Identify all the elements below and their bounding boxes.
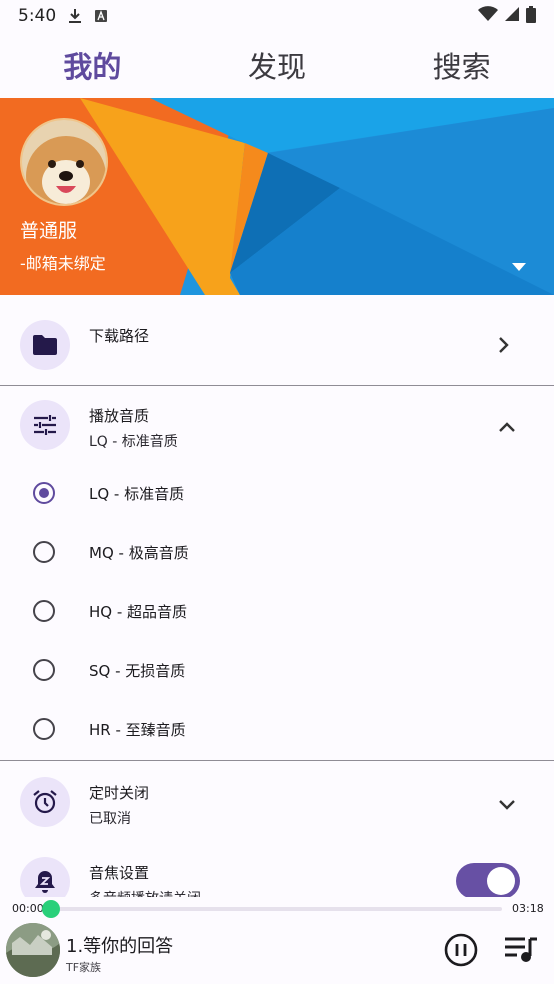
top-tabs: 我的 发现 搜索 — [0, 32, 554, 98]
pause-icon — [444, 933, 478, 967]
audio-focus-sub: 多音频播放请关闭 — [89, 888, 201, 897]
tab-discover[interactable]: 发现 — [185, 32, 370, 98]
profile-banner: 普通服 -邮箱未绑定 — [0, 98, 554, 295]
progress-thumb[interactable] — [42, 900, 60, 918]
radio-button[interactable] — [33, 600, 55, 622]
chevron-up-icon — [498, 418, 516, 437]
radio-button[interactable] — [33, 718, 55, 740]
download-path-title: 下载路径 — [89, 327, 150, 345]
audio-focus-toggle[interactable] — [456, 863, 520, 899]
quality-option-hr[interactable]: HR - 至臻音质 — [0, 700, 554, 759]
email-status: -邮箱未绑定 — [20, 254, 106, 273]
status-time: 5:40 — [18, 6, 57, 26]
play-quality-row[interactable]: 播放音质 LQ - 标准音质 — [0, 386, 554, 464]
keyboard-a-icon — [94, 9, 108, 23]
mini-player: 00:00 03:18 1.等你的回答 TF家族 — [0, 897, 554, 984]
play-quality-current: LQ - 标准音质 — [89, 434, 178, 450]
quality-option-label: SQ - 无损音质 — [89, 662, 186, 680]
tab-mine[interactable]: 我的 — [0, 32, 185, 98]
quality-option-label: HQ - 超品音质 — [89, 603, 188, 621]
dropdown-arrow-icon[interactable] — [512, 256, 526, 275]
current-time: 00:00 — [12, 902, 44, 915]
radio-button[interactable] — [33, 659, 55, 681]
quality-option-mq[interactable]: MQ - 极高音质 — [0, 523, 554, 582]
radio-button[interactable] — [33, 482, 55, 504]
radio-button[interactable] — [33, 541, 55, 563]
alarm-icon — [20, 777, 70, 827]
tab-search[interactable]: 搜索 — [369, 32, 554, 98]
quality-option-sq[interactable]: SQ - 无损音质 — [0, 641, 554, 700]
folder-icon — [20, 320, 70, 370]
tune-icon — [20, 400, 70, 450]
timer-status: 已取消 — [89, 811, 131, 827]
quality-option-label: MQ - 极高音质 — [89, 544, 189, 562]
toggle-knob — [487, 867, 515, 895]
chevron-right-icon — [498, 336, 510, 358]
pause-button[interactable] — [444, 933, 478, 971]
battery-icon — [526, 5, 536, 27]
signal-icon — [504, 6, 520, 26]
chevron-down-icon — [498, 796, 516, 815]
notification-z-icon — [20, 857, 70, 897]
quality-option-hq[interactable]: HQ - 超品音质 — [0, 582, 554, 641]
download-path-row[interactable]: 下载路径 — [0, 296, 554, 385]
audio-focus-title: 音焦设置 — [89, 864, 150, 882]
total-time: 03:18 — [512, 902, 544, 915]
avatar[interactable] — [20, 118, 108, 206]
wifi-icon — [478, 6, 498, 26]
download-icon — [68, 8, 82, 24]
play-quality-title: 播放音质 — [89, 407, 150, 425]
status-bar: 5:40 — [0, 0, 554, 32]
playlist-button[interactable] — [504, 936, 538, 968]
quality-option-label: LQ - 标准音质 — [89, 485, 185, 503]
song-title: 1.等你的回答 — [66, 936, 174, 957]
album-cover[interactable] — [6, 923, 60, 977]
timer-title: 定时关闭 — [89, 784, 150, 802]
playlist-icon — [505, 937, 537, 962]
server-name: 普通服 — [20, 220, 78, 242]
timer-row[interactable]: 定时关闭 已取消 — [0, 761, 554, 841]
progress-track[interactable] — [48, 907, 502, 911]
quality-option-label: HR - 至臻音质 — [89, 721, 186, 739]
artist-name: TF家族 — [66, 961, 102, 974]
quality-option-lq[interactable]: LQ - 标准音质 — [0, 464, 554, 523]
